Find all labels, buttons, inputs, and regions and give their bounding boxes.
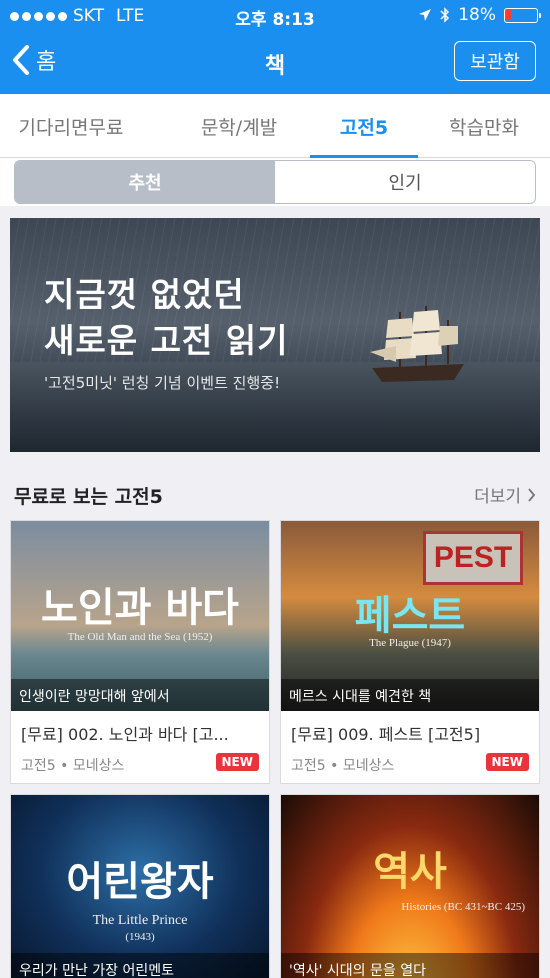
top-bar: SKT LTE 오후 8:13 18% 홈 책 보관함 (0, 0, 550, 94)
cover-title: 페스트 (354, 592, 466, 639)
book-cover: 역사 Histories (BC 431~BC 425) '역사' 시대의 문을… (281, 795, 539, 978)
book-card[interactable]: 역사 Histories (BC 431~BC 425) '역사' 시대의 문을… (280, 794, 540, 978)
book-name: [무료] 009. 페스트 [고전5] (291, 725, 481, 744)
book-card[interactable]: 어린왕자 The Little Prince (1943) 우리가 만난 가장 … (10, 794, 270, 978)
banner-headline-2: 새로운 고전 읽기 (44, 321, 289, 360)
book-name: [무료] 002. 노인과 바다 [고... (21, 725, 229, 744)
segment-popular[interactable]: 인기 (275, 161, 535, 203)
ship-icon (370, 306, 464, 382)
status-bar: SKT LTE 오후 8:13 18% (0, 0, 550, 32)
chevron-right-icon (528, 487, 536, 502)
cover-year: (1943) (125, 931, 155, 943)
cover-subtitle: Histories (BC 431~BC 425) (401, 901, 525, 913)
new-badge: NEW (215, 753, 259, 771)
bluetooth-icon (440, 7, 450, 23)
cover-title: 역사 (373, 848, 447, 895)
segment-recommended[interactable]: 추천 (15, 161, 275, 203)
cover-subtitle: The Little Prince (92, 913, 188, 928)
battery-icon (504, 7, 541, 23)
book-cover: 노인과 바다 The Old Man and the Sea (1952) 인생… (11, 521, 269, 711)
cover-subtitle: The Old Man and the Sea (1952) (67, 631, 213, 643)
category-tabs: 기다리면무료 문학/계발 고전5 학습만화 (0, 94, 550, 158)
book-card[interactable]: 노인과 바다 The Old Man and the Sea (1952) 인생… (10, 520, 270, 784)
tab-classic5[interactable]: 고전5 (310, 94, 418, 158)
cover-caption: 인생이란 망망대해 앞에서 (11, 679, 269, 711)
book-card[interactable]: PEST 페스트 The Plague (1947) 메르스 시대를 예견한 책… (280, 520, 540, 784)
battery-percent: 18% (458, 5, 496, 25)
cover-title: 어린왕자 (66, 858, 214, 905)
storage-button[interactable]: 보관함 (454, 41, 536, 81)
cover-title: 노인과 바다 (41, 584, 239, 631)
segment-bar: 추천 인기 (0, 158, 550, 206)
book-cover: 어린왕자 The Little Prince (1943) 우리가 만난 가장 … (11, 795, 269, 978)
location-icon (419, 9, 432, 21)
book-cover: PEST 페스트 The Plague (1947) 메르스 시대를 예견한 책 (281, 521, 539, 711)
section-header: 무료로 보는 고전5 더보기 (0, 468, 550, 518)
cover-subtitle: The Plague (1947) (369, 637, 451, 649)
cover-caption: '역사' 시대의 문을 열다 (281, 953, 539, 978)
cover-caption: 우리가 만난 가장 어린멘토 (11, 953, 269, 978)
more-label: 더보기 (474, 487, 521, 507)
cover-sign: PEST (423, 531, 523, 585)
cover-caption: 메르스 시대를 예견한 책 (281, 679, 539, 711)
banner-headline-1: 지금껏 없었던 (44, 275, 245, 314)
new-badge: NEW (485, 753, 529, 771)
tab-literature[interactable]: 문학/계발 (168, 94, 310, 158)
more-link[interactable]: 더보기 (474, 482, 536, 507)
tab-study-comics[interactable]: 학습만화 (430, 94, 538, 158)
promo-banner[interactable]: 지금껏 없었던 새로운 고전 읽기 '고전5미닛' 런칭 기념 이벤트 진행중! (10, 218, 540, 452)
banner-subtitle: '고전5미닛' 런칭 기념 이벤트 진행중! (44, 374, 281, 392)
navigation-bar: 홈 책 보관함 (0, 32, 550, 94)
section-title: 무료로 보는 고전5 (14, 486, 163, 508)
segmented-control: 추천 인기 (14, 160, 536, 204)
tab-free-wait[interactable]: 기다리면무료 (0, 94, 142, 158)
